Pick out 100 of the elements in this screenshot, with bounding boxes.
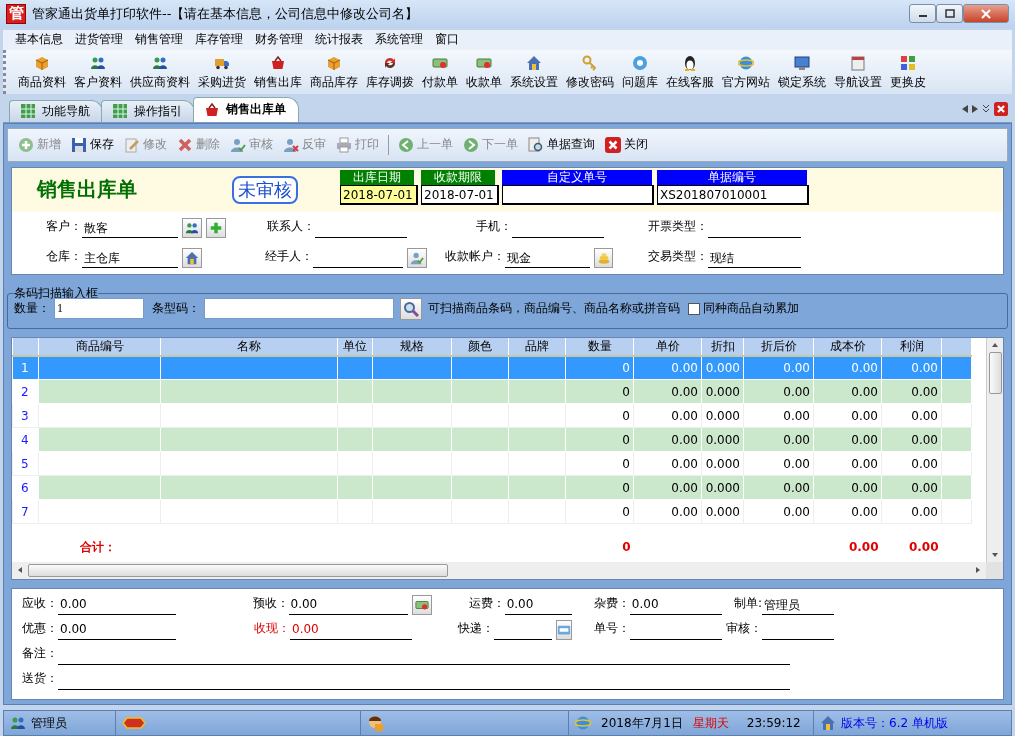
toolbar-button[interactable]: 关闭: [601, 134, 652, 156]
table-row[interactable]: 6 0 0.00 0.000 0.00 0.00 0.00: [12, 475, 972, 500]
menu-item[interactable]: 销售管理: [129, 31, 189, 49]
tab[interactable]: 功能导航: [9, 99, 103, 122]
field-header: 出库日期: [340, 169, 414, 185]
menu-item[interactable]: 进货管理: [69, 31, 129, 49]
input-field[interactable]: 0.00: [288, 596, 409, 615]
maximize-button[interactable]: [936, 4, 963, 24]
column-header[interactable]: 单位: [337, 337, 373, 356]
scroll-left-icon[interactable]: [962, 105, 968, 113]
toolbar-button[interactable]: 修改密码: [562, 55, 618, 92]
field-label: 审核：: [725, 619, 762, 637]
column-header[interactable]: 成本价: [813, 337, 882, 356]
horizontal-scrollbar[interactable]: [12, 561, 986, 579]
toolbar-button[interactable]: 付款单: [418, 55, 462, 92]
badge-icon: [122, 715, 146, 732]
table-row[interactable]: 4 0 0.00 0.000 0.00 0.00 0.00: [12, 427, 972, 452]
toolbar-button[interactable]: 商品资料: [14, 55, 70, 92]
table-row[interactable]: 2 0 0.00 0.000 0.00 0.00 0.00: [12, 379, 972, 404]
right-arrow-icon[interactable]: [974, 566, 982, 575]
maximize-icon: [944, 9, 955, 19]
toolbar-button[interactable]: 库存调拨: [362, 55, 418, 92]
toolbar-button[interactable]: 官方网站: [718, 55, 774, 92]
input-field[interactable]: 2018-07-01: [340, 184, 418, 205]
toolbar-button[interactable]: 更换皮: [886, 55, 930, 92]
column-header[interactable]: 规格: [372, 337, 452, 356]
input-field[interactable]: 散客: [82, 219, 178, 238]
chevron-icon[interactable]: [982, 105, 990, 113]
input-field[interactable]: 管理员: [762, 596, 834, 615]
menu-item[interactable]: 统计报表: [309, 31, 369, 49]
menu-item[interactable]: 基本信息: [9, 31, 69, 49]
people-icon: [185, 220, 199, 235]
field-header: 自定义单号: [502, 169, 652, 185]
menu-item[interactable]: 窗口: [429, 31, 465, 49]
column-header[interactable]: 折扣: [701, 337, 744, 356]
input-field[interactable]: 主仓库: [82, 249, 178, 268]
person-cross-icon: [283, 136, 299, 153]
menu-item[interactable]: 系统管理: [369, 31, 429, 49]
minimize-button[interactable]: [909, 4, 936, 24]
column-header[interactable]: 折后价: [743, 337, 814, 356]
toolbar-button[interactable]: 客户资料: [70, 55, 126, 92]
table-row[interactable]: 3 0 0.00 0.000 0.00 0.00 0.00: [12, 403, 972, 428]
toolbar-button[interactable]: 商品库存: [306, 55, 362, 92]
input-field[interactable]: [502, 184, 654, 205]
quantity-field[interactable]: 1: [54, 298, 144, 320]
input-field[interactable]: 现金: [505, 249, 591, 268]
barcode-field[interactable]: [204, 298, 394, 320]
checkbox[interactable]: [688, 302, 700, 315]
column-header[interactable]: 利润: [881, 337, 942, 356]
table-cell: 0.000: [701, 451, 744, 476]
checkbox-label[interactable]: 同种商品自动累加: [703, 300, 799, 318]
toolbar-button[interactable]: 供应商资料: [126, 55, 194, 92]
table-cell: 0.00: [743, 403, 814, 428]
table-row[interactable]: 7 0 0.00 0.000 0.00 0.00 0.00: [12, 499, 972, 524]
input-field[interactable]: 现结: [708, 249, 801, 268]
left-arrow-icon[interactable]: [16, 566, 24, 575]
search-button[interactable]: [400, 297, 422, 320]
field-label: 杂费：: [592, 594, 630, 612]
toolbar-button[interactable]: 导航设置: [830, 55, 886, 92]
lookup-button[interactable]: [182, 217, 202, 238]
tab[interactable]: 销售出库单: [193, 96, 299, 122]
toolbar-button[interactable]: 采购进货: [194, 55, 250, 92]
input-field[interactable]: XS201807010001: [657, 184, 809, 205]
toolbar-button[interactable]: 单据查询: [524, 134, 599, 156]
close-button[interactable]: [963, 4, 1009, 24]
grid-icon: [20, 103, 36, 120]
column-header[interactable]: 名称: [160, 337, 338, 356]
input-field[interactable]: 0.00: [629, 596, 722, 615]
scroll-right-icon[interactable]: [972, 105, 978, 113]
menu-item[interactable]: 库存管理: [189, 31, 249, 49]
column-header[interactable]: 单价: [633, 337, 702, 356]
tab[interactable]: 操作指引: [101, 99, 195, 122]
toolbar-button[interactable]: 锁定系统: [774, 55, 830, 92]
scrollbar-thumb[interactable]: [988, 351, 1002, 394]
toolbar-button[interactable]: 问题库: [618, 55, 662, 92]
scrollbar-thumb[interactable]: [28, 563, 448, 577]
table-cell: 0.00: [743, 499, 814, 524]
menu-item[interactable]: 财务管理: [249, 31, 309, 49]
people-icon: [10, 715, 26, 732]
input-field[interactable]: 0.00: [504, 596, 572, 615]
column-header[interactable]: 颜色: [451, 337, 509, 356]
table-row[interactable]: 5 0 0.00 0.000 0.00 0.00 0.00: [12, 451, 972, 476]
grid-icon: [112, 103, 128, 120]
toolbar-button[interactable]: 保存: [67, 134, 118, 156]
vertical-scrollbar[interactable]: [986, 337, 1003, 562]
toolbar-button[interactable]: 系统设置: [506, 55, 562, 92]
input-field[interactable]: 0.00: [58, 596, 176, 615]
column-header[interactable]: 品牌: [508, 337, 566, 356]
save-icon: [71, 136, 87, 153]
column-header[interactable]: 数量: [565, 337, 634, 356]
input-field[interactable]: 0.00: [58, 621, 176, 640]
toolbar-button[interactable]: 收款单: [462, 55, 506, 92]
input-field[interactable]: 2018-07-01: [421, 184, 499, 205]
input-field[interactable]: 0.00: [290, 621, 412, 640]
toolbar-button[interactable]: 销售出库: [250, 55, 306, 92]
lookup-button[interactable]: [182, 247, 202, 268]
toolbar-button[interactable]: 在线客服: [662, 55, 718, 92]
column-header[interactable]: 商品编号: [38, 337, 161, 356]
table-cell: 0.000: [701, 499, 744, 524]
lookup-button[interactable]: [412, 594, 432, 615]
